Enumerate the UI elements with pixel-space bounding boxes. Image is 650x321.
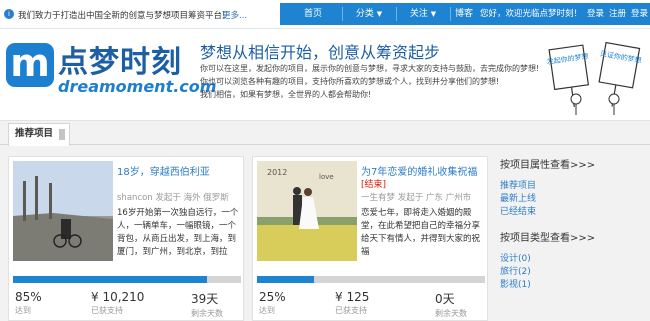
nav-category-label: 分类 — [355, 9, 374, 19]
summary-line: 人，一辆单车，一幅眼镜，一个 — [117, 221, 237, 231]
project-card[interactable]: 18岁，穿越西伯利亚 shancon 发起于 海外 俄罗斯 16岁开始第一次独自… — [8, 156, 244, 321]
project-thumbnail[interactable] — [13, 161, 113, 261]
project-card[interactable]: 2012 love 为7年恋爱的婚礼收集祝福 [结束] 一生有梦 发起于 广东 … — [252, 156, 488, 321]
tab-marker-icon — [59, 129, 65, 140]
svg-text:love: love — [319, 173, 334, 181]
stat-value: 0天 — [435, 292, 455, 306]
more-link[interactable]: 更多... — [222, 9, 247, 21]
stat-days-left: 0天 剩余天数 — [435, 290, 467, 319]
summary-line: 给天下有情人，并得到大家的祝 — [361, 234, 481, 244]
project-thumbnail[interactable]: 2012 love — [257, 161, 357, 261]
category-sidebar: 按项目属性查看>>> 推荐项目 最新上线 已经结束 按项目类型查看>>> 设计(… — [500, 156, 650, 292]
site-banner: m 点梦时刻 dreamoment.com 梦想从相信开始，创意从筹资起步 你可… — [0, 29, 650, 121]
stat-reached: 25% 达到 — [259, 290, 286, 316]
summary-line: 堂，在此希望把自己的幸福分享 — [361, 221, 481, 231]
funding-progress-fill — [13, 276, 207, 283]
chevron-down-icon: ▼ — [430, 10, 437, 18]
summary-line: 福 — [361, 247, 370, 257]
stat-value: 85% — [15, 290, 42, 304]
main-nav: 首页 分类 ▼ 关注 ▼ 博客 您好，欢迎光临点梦时刻！ 登录 注册 登录 — [280, 3, 650, 25]
sidebar-item-ended[interactable]: 已经结束 — [500, 206, 650, 219]
sidebar-item-design[interactable]: 设计(0) — [500, 253, 650, 266]
signin-link[interactable]: 登录 — [631, 9, 648, 19]
stat-value: ¥ 125 — [335, 290, 370, 304]
project-list: 18岁，穿越西伯利亚 shancon 发起于 海外 俄罗斯 16岁开始第一次独自… — [0, 146, 650, 321]
nav-divider — [342, 7, 343, 21]
section-tabs: 推荐项目 — [0, 121, 650, 146]
project-summary: 恋爱七年，即将走入婚姻的殿 堂，在此希望把自己的幸福分享 给天下有情人，并得到大… — [361, 207, 485, 259]
summary-line: 16岁开始第一次独自远行，一个 — [117, 208, 239, 218]
mascot-illustration: 发起你的梦想 见证你的梦想 — [546, 41, 642, 115]
project-summary: 16岁开始第一次独自远行，一个 人，一辆单车，一幅眼镜，一个 背包，从商丘出发，… — [117, 207, 241, 259]
project-meta: shancon 发起于 海外 俄罗斯 — [117, 193, 229, 203]
stat-label: 已获支持 — [91, 306, 123, 315]
sidebar-type-heading: 按项目类型查看>>> — [500, 233, 596, 244]
site-notice: 我们致力于打造出中国全新的创意与梦想项目筹资平台! — [18, 11, 226, 21]
tab-recommended[interactable]: 推荐项目 — [8, 123, 70, 146]
stat-label: 剩余天数 — [435, 309, 467, 318]
ended-badge: [结束] — [361, 180, 387, 190]
stat-label: 剩余天数 — [191, 309, 223, 318]
chevron-down-icon: ▼ — [376, 10, 383, 18]
sidebar-attr-heading: 按项目属性查看>>> — [500, 160, 596, 171]
stat-value: 25% — [259, 290, 286, 304]
funding-progress — [257, 276, 485, 283]
stat-value: 39天 — [191, 292, 219, 306]
logo-title[interactable]: 点梦时刻 — [58, 37, 182, 81]
nav-follow[interactable]: 关注 ▼ — [400, 3, 446, 25]
slogan: 梦想从相信开始，创意从筹资起步 — [200, 43, 441, 62]
stat-reached: 85% 达到 — [15, 290, 42, 316]
stat-value: ¥ 10,210 — [91, 290, 145, 304]
nav-home[interactable]: 首页 — [294, 3, 332, 25]
nav-divider — [396, 7, 397, 21]
logo-mark[interactable]: m — [6, 43, 54, 87]
info-icon: i — [4, 9, 14, 19]
stat-funded: ¥ 10,210 已获支持 — [91, 290, 144, 316]
nav-blog[interactable]: 博客 — [446, 3, 482, 25]
sidebar-item-recommended[interactable]: 推荐项目 — [500, 180, 650, 193]
stat-label: 达到 — [15, 306, 31, 315]
funding-progress — [13, 276, 241, 283]
summary-line: 恋爱七年，即将走入婚姻的殿 — [361, 208, 472, 218]
welcome-text: 您好，欢迎光临点梦时刻！ — [480, 9, 583, 19]
nav-category[interactable]: 分类 ▼ — [346, 3, 392, 25]
project-title[interactable]: 为7年恋爱的婚礼收集祝福 — [361, 163, 477, 178]
sidebar-item-film[interactable]: 影视(1) — [500, 279, 650, 292]
summary-line: 厦门，到广州，到北京，到拉 — [117, 247, 228, 257]
logo-domain: dreamoment.com — [58, 77, 217, 96]
stat-days-left: 39天 剩余天数 — [191, 290, 223, 319]
sidebar-item-travel[interactable]: 旅行(2) — [500, 266, 650, 279]
svg-text:2012: 2012 — [267, 168, 287, 177]
tab-label: 推荐项目 — [15, 128, 54, 139]
intro-line: 你也可以浏览各种有趣的项目，支持你所喜欢的梦想或个人，找到并分享他们的梦想! — [200, 77, 500, 86]
summary-line: 背包，从商丘出发，到上海，到 — [117, 234, 237, 244]
sidebar-item-newest[interactable]: 最新上线 — [500, 193, 650, 206]
user-links: 您好，欢迎光临点梦时刻！ 登录 注册 登录 — [480, 3, 650, 25]
stat-funded: ¥ 125 已获支持 — [335, 290, 369, 316]
nav-follow-label: 关注 — [409, 9, 428, 19]
login-link[interactable]: 登录 — [587, 9, 604, 19]
funding-progress-fill — [257, 276, 314, 283]
stat-label: 已获支持 — [335, 306, 367, 315]
intro-line: 我们相信，如果有梦想，全世界的人都会帮助你! — [200, 90, 372, 99]
stat-label: 达到 — [259, 306, 275, 315]
project-title[interactable]: 18岁，穿越西伯利亚 — [117, 163, 210, 178]
project-meta: 一生有梦 发起于 广东 广州市 — [361, 193, 472, 203]
register-link[interactable]: 注册 — [609, 9, 626, 19]
top-bar: i 我们致力于打造出中国全新的创意与梦想项目筹资平台! 更多... 首页 分类 … — [0, 0, 650, 29]
intro-line: 你可以在这里，发起你的项目，展示你的创意与梦想，寻求大家的支持与鼓励，去完成你的… — [200, 64, 540, 73]
